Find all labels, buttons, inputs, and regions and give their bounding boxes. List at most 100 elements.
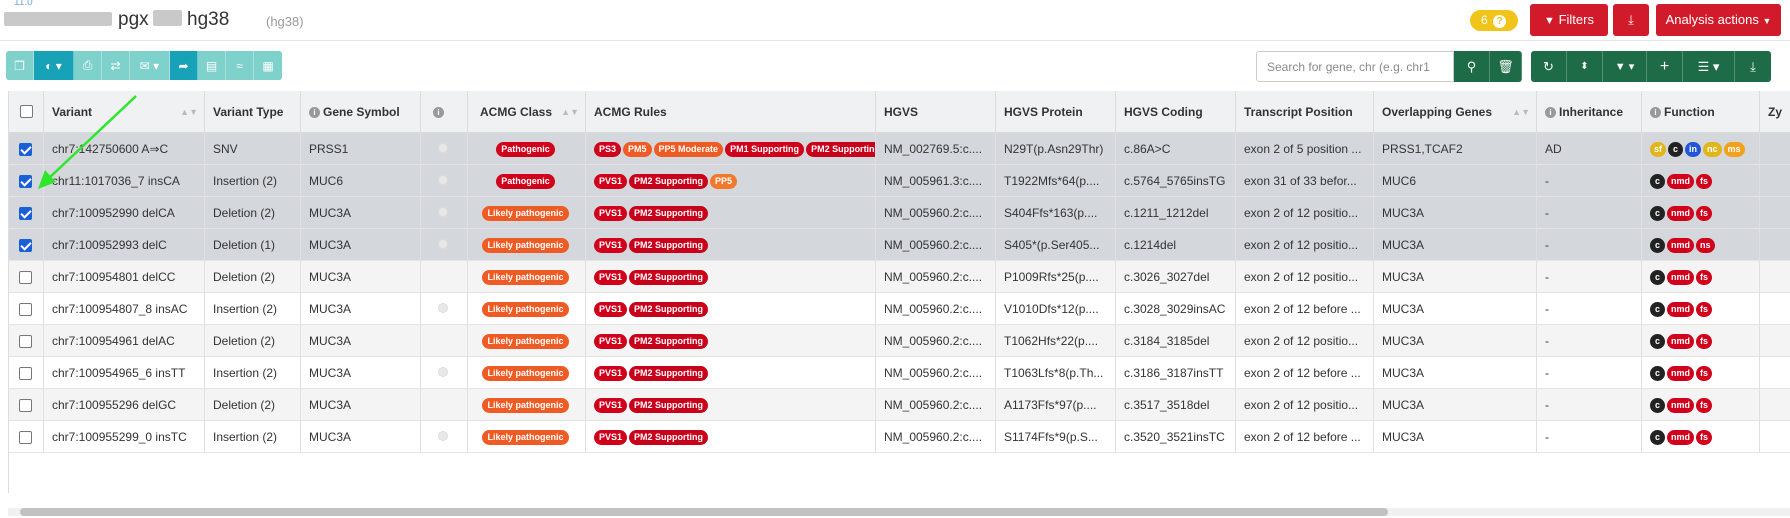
comments-icon[interactable]: ✉ ▾: [130, 51, 170, 80]
refresh-button[interactable]: ↻: [1531, 51, 1567, 82]
table-icon[interactable]: ▦: [254, 51, 282, 80]
select-all-checkbox[interactable]: [20, 105, 33, 118]
header-transcript-position[interactable]: Transcript Position: [1236, 91, 1374, 133]
table-row[interactable]: chr7:142750600 A⇒C SNV PRSS1 Pathogenic PS3 P…: [9, 133, 1790, 165]
header-hgvs-protein[interactable]: HGVS Protein: [996, 91, 1116, 133]
header-overlapping-genes[interactable]: Overlapping Genes ▲▼: [1374, 91, 1537, 133]
search-button[interactable]: ⚲: [1454, 51, 1490, 82]
row-checkbox[interactable]: [19, 207, 32, 220]
acmg-class-badge: Pathogenic: [496, 174, 555, 190]
swap-icon[interactable]: ⇄: [102, 51, 130, 80]
row-checkbox[interactable]: [19, 399, 32, 412]
plus-icon: +: [1659, 57, 1670, 75]
row-checkbox[interactable]: [19, 175, 32, 188]
header-zygosity[interactable]: Zy: [1760, 91, 1790, 133]
chart-icon[interactable]: ▤: [198, 51, 226, 80]
table-row[interactable]: chr7:100955296 delGC Deletion (2) MUC3A Lik…: [9, 389, 1790, 421]
sort-icon: ▲▼: [180, 107, 198, 117]
header-function[interactable]: i Function: [1642, 91, 1760, 133]
filter-menu-button[interactable]: ▼ ▾: [1603, 51, 1647, 82]
header-hgvs[interactable]: HGVS: [876, 91, 996, 133]
row-checkbox[interactable]: [19, 239, 32, 252]
acmg-rule-badge: PVS1: [594, 398, 628, 414]
filters-button[interactable]: ▼ Filters: [1530, 4, 1608, 36]
row-select-cell: [9, 133, 44, 165]
header-hgvs-coding[interactable]: HGVS Coding: [1116, 91, 1236, 133]
header-variant[interactable]: Variant ▲▼: [44, 91, 205, 133]
table-row[interactable]: chr7:100954807_8 insAC Insertion (2) MUC3A…: [9, 293, 1790, 325]
overlapping-genes-cell: PRSS1,TCAF2: [1374, 133, 1537, 165]
inheritance-cell: AD: [1537, 133, 1642, 165]
sort-icon: ▲▼: [561, 107, 579, 117]
add-button[interactable]: +: [1647, 51, 1683, 82]
download-button[interactable]: ⤓: [1613, 4, 1649, 36]
status-dot-cell: [421, 357, 468, 389]
zygosity-cell: [1760, 197, 1790, 229]
contrast-icon[interactable]: ◐ ▾: [34, 51, 74, 80]
row-checkbox[interactable]: [19, 431, 32, 444]
export-button[interactable]: ⤓: [1735, 51, 1771, 82]
acmg-rule-badge: PVS1: [594, 270, 628, 286]
function-badge: c: [1668, 142, 1684, 158]
info-icon: i: [1545, 107, 1556, 118]
function-badge: nmd: [1667, 398, 1694, 414]
print-icon[interactable]: ⎙: [74, 51, 102, 80]
status-dot[interactable]: [438, 207, 448, 217]
function-badge: nmd: [1667, 334, 1694, 350]
row-checkbox[interactable]: [19, 143, 32, 156]
status-dot[interactable]: [438, 367, 448, 377]
hgvs-protein-cell: A1173Ffs*97(p....: [996, 389, 1116, 421]
table-row[interactable]: chr7:100954961 delAC Deletion (2) MUC3A Lik…: [9, 325, 1790, 357]
table-row[interactable]: chr7:100952993 delC Deletion (1) MUC3A Like…: [9, 229, 1790, 261]
chevron-down-icon: ▼: [1762, 16, 1772, 26]
status-dot[interactable]: [438, 431, 448, 441]
analysis-actions-button[interactable]: Analysis actions ▼: [1656, 4, 1781, 36]
table-row[interactable]: chr11:1017036_7 insCA Insertion (2) MUC6 Pa…: [9, 165, 1790, 197]
table-row[interactable]: chr7:100954965_6 insTT Insertion (2) MUC3A…: [9, 357, 1790, 389]
acmg-class-badge: Likely pathogenic: [482, 238, 569, 254]
row-checkbox[interactable]: [19, 271, 32, 284]
header-acmg-class[interactable]: ACMG Class ▲▼: [468, 91, 586, 133]
page-title: pgx: [118, 9, 149, 30]
header-acmg-rules[interactable]: ACMG Rules: [586, 91, 876, 133]
status-dot[interactable]: [438, 239, 448, 249]
acmg-class-badge: Likely pathogenic: [482, 430, 569, 446]
table-row[interactable]: chr7:100954801 delCC Deletion (2) MUC3A Lik…: [9, 261, 1790, 293]
signal-icon[interactable]: ≈: [226, 51, 254, 80]
header-variant-type[interactable]: Variant Type: [205, 91, 301, 133]
notifications-badge[interactable]: 6 ?: [1470, 10, 1518, 31]
row-checkbox[interactable]: [19, 303, 32, 316]
zygosity-cell: [1760, 261, 1790, 293]
sort-button[interactable]: ⬍: [1567, 51, 1603, 82]
scrollbar-thumb[interactable]: [20, 508, 1388, 516]
acmg-rule-badge: PM2 Supporting: [629, 270, 709, 286]
variant-type-cell: Deletion (2): [205, 389, 301, 421]
acmg-rule-badge: PVS1: [594, 430, 628, 446]
clear-search-button[interactable]: 🗑: [1490, 51, 1522, 82]
analysis-actions-label: Analysis actions: [1665, 12, 1759, 27]
filters-label: Filters: [1558, 12, 1594, 27]
columns-button[interactable]: ☰ ▾: [1683, 51, 1735, 82]
trash-icon: 🗑: [1497, 58, 1514, 74]
acmg-rule-badge: PM2 Supporting: [806, 142, 875, 158]
copy-icon[interactable]: ❐: [6, 51, 34, 80]
overlapping-genes-cell: MUC3A: [1374, 357, 1537, 389]
status-dot[interactable]: [438, 303, 448, 313]
header-inheritance[interactable]: i Inheritance: [1537, 91, 1642, 133]
row-checkbox[interactable]: [19, 335, 32, 348]
transcript-position-cell: exon 31 of 33 befor...: [1236, 165, 1374, 197]
row-checkbox[interactable]: [19, 367, 32, 380]
header-gene-symbol[interactable]: i Gene Symbol: [301, 91, 421, 133]
header-info-column[interactable]: i: [421, 91, 468, 133]
table-row[interactable]: chr7:100955299_0 insTC Insertion (2) MUC3A…: [9, 421, 1790, 453]
status-dot[interactable]: [438, 143, 448, 153]
hgvs-protein-cell: V1010Dfs*12(p....: [996, 293, 1116, 325]
acmg-class-badge: Likely pathogenic: [482, 334, 569, 350]
horizontal-scrollbar[interactable]: [8, 508, 1790, 516]
table-row[interactable]: chr7:100952990 delCA Deletion (2) MUC3A Lik…: [9, 197, 1790, 229]
overlapping-genes-cell: MUC6: [1374, 165, 1537, 197]
status-dot[interactable]: [438, 175, 448, 185]
search-input[interactable]: [1257, 52, 1453, 81]
function-badge: nmd: [1667, 366, 1694, 382]
share-icon[interactable]: ➦: [170, 51, 198, 80]
